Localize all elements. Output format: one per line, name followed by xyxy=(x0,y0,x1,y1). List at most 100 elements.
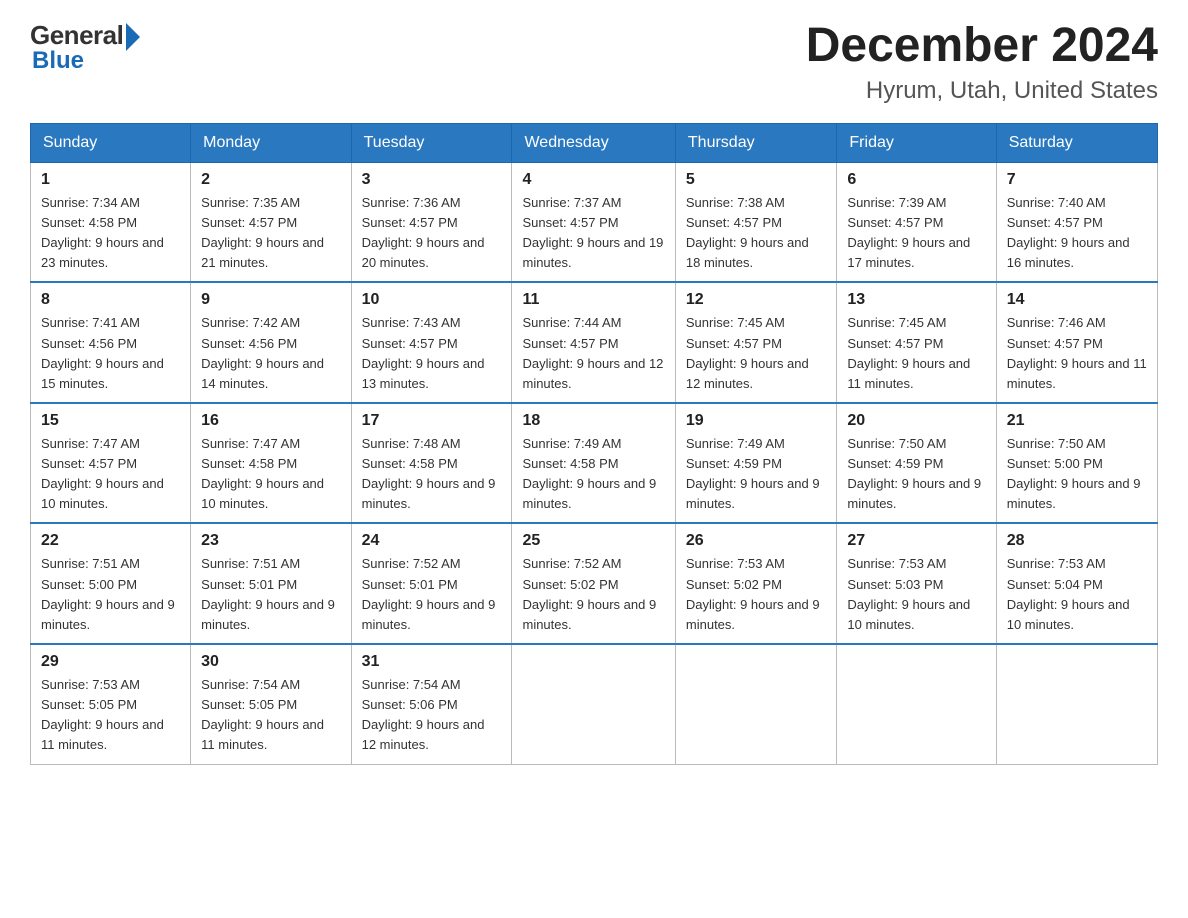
calendar-cell: 24 Sunrise: 7:52 AMSunset: 5:01 PMDayligh… xyxy=(351,523,512,644)
calendar-table: SundayMondayTuesdayWednesdayThursdayFrid… xyxy=(30,123,1158,765)
page-header: General Blue December 2024 Hyrum, Utah, … xyxy=(30,20,1158,105)
day-number: 1 xyxy=(41,171,180,189)
calendar-cell: 13 Sunrise: 7:45 AMSunset: 4:57 PMDayligh… xyxy=(837,282,996,403)
day-info: Sunrise: 7:36 AMSunset: 4:57 PMDaylight:… xyxy=(362,193,502,274)
day-number: 19 xyxy=(686,412,827,430)
calendar-cell: 27 Sunrise: 7:53 AMSunset: 5:03 PMDayligh… xyxy=(837,523,996,644)
day-info: Sunrise: 7:50 AMSunset: 5:00 PMDaylight:… xyxy=(1007,434,1147,515)
calendar-cell: 14Sunrise: 7:46 AMSunset: 4:57 PMDayligh… xyxy=(996,282,1157,403)
calendar-cell: 30Sunrise: 7:54 AMSunset: 5:05 PMDayligh… xyxy=(191,644,351,764)
day-number: 18 xyxy=(522,412,664,430)
calendar-cell: 31 Sunrise: 7:54 AMSunset: 5:06 PMDayligh… xyxy=(351,644,512,764)
column-header-sunday: Sunday xyxy=(31,123,191,162)
day-info: Sunrise: 7:42 AMSunset: 4:56 PMDaylight:… xyxy=(201,313,340,394)
day-info: Sunrise: 7:49 AMSunset: 4:58 PMDaylight:… xyxy=(522,434,664,515)
day-number: 10 xyxy=(362,291,502,309)
calendar-cell: 12Sunrise: 7:45 AMSunset: 4:57 PMDayligh… xyxy=(675,282,837,403)
calendar-cell: 10 Sunrise: 7:43 AMSunset: 4:57 PMDayligh… xyxy=(351,282,512,403)
calendar-cell: 19 Sunrise: 7:49 AMSunset: 4:59 PMDayligh… xyxy=(675,403,837,524)
day-info: Sunrise: 7:47 AMSunset: 4:58 PMDaylight:… xyxy=(201,434,340,515)
calendar-cell: 5Sunrise: 7:38 AMSunset: 4:57 PMDaylight… xyxy=(675,162,837,282)
day-number: 22 xyxy=(41,532,180,550)
calendar-cell: 20 Sunrise: 7:50 AMSunset: 4:59 PMDayligh… xyxy=(837,403,996,524)
day-number: 31 xyxy=(362,653,502,671)
day-number: 11 xyxy=(522,291,664,309)
calendar-cell: 1 Sunrise: 7:34 AMSunset: 4:58 PMDaylight… xyxy=(31,162,191,282)
calendar-week-row: 15 Sunrise: 7:47 AMSunset: 4:57 PMDayligh… xyxy=(31,403,1158,524)
day-info: Sunrise: 7:44 AMSunset: 4:57 PMDaylight:… xyxy=(522,313,664,394)
day-number: 4 xyxy=(522,171,664,189)
column-header-friday: Friday xyxy=(837,123,996,162)
day-number: 9 xyxy=(201,291,340,309)
calendar-week-row: 1 Sunrise: 7:34 AMSunset: 4:58 PMDaylight… xyxy=(31,162,1158,282)
column-header-monday: Monday xyxy=(191,123,351,162)
day-info: Sunrise: 7:51 AMSunset: 5:01 PMDaylight:… xyxy=(201,554,340,635)
logo-bottom-text: Blue xyxy=(32,47,84,75)
day-info: Sunrise: 7:41 AMSunset: 4:56 PMDaylight:… xyxy=(41,313,180,394)
day-number: 20 xyxy=(847,412,985,430)
day-number: 25 xyxy=(522,532,664,550)
calendar-cell: 9 Sunrise: 7:42 AMSunset: 4:56 PMDaylight… xyxy=(191,282,351,403)
calendar-header-row: SundayMondayTuesdayWednesdayThursdayFrid… xyxy=(31,123,1158,162)
day-number: 29 xyxy=(41,653,180,671)
calendar-cell xyxy=(512,644,675,764)
day-info: Sunrise: 7:52 AMSunset: 5:01 PMDaylight:… xyxy=(362,554,502,635)
logo-arrow-icon xyxy=(126,23,140,51)
day-info: Sunrise: 7:45 AMSunset: 4:57 PMDaylight:… xyxy=(847,313,985,394)
calendar-cell xyxy=(996,644,1157,764)
day-number: 2 xyxy=(201,171,340,189)
day-number: 26 xyxy=(686,532,827,550)
column-header-saturday: Saturday xyxy=(996,123,1157,162)
day-number: 23 xyxy=(201,532,340,550)
day-info: Sunrise: 7:38 AMSunset: 4:57 PMDaylight:… xyxy=(686,193,827,274)
day-info: Sunrise: 7:48 AMSunset: 4:58 PMDaylight:… xyxy=(362,434,502,515)
column-header-thursday: Thursday xyxy=(675,123,837,162)
calendar-cell xyxy=(837,644,996,764)
month-title: December 2024 xyxy=(806,20,1158,73)
day-number: 6 xyxy=(847,171,985,189)
day-info: Sunrise: 7:54 AMSunset: 5:06 PMDaylight:… xyxy=(362,675,502,756)
day-number: 8 xyxy=(41,291,180,309)
logo: General Blue xyxy=(30,20,144,75)
calendar-cell: 17 Sunrise: 7:48 AMSunset: 4:58 PMDayligh… xyxy=(351,403,512,524)
column-header-wednesday: Wednesday xyxy=(512,123,675,162)
day-number: 15 xyxy=(41,412,180,430)
location-title: Hyrum, Utah, United States xyxy=(806,77,1158,105)
calendar-week-row: 8 Sunrise: 7:41 AMSunset: 4:56 PMDaylight… xyxy=(31,282,1158,403)
day-info: Sunrise: 7:49 AMSunset: 4:59 PMDaylight:… xyxy=(686,434,827,515)
day-number: 14 xyxy=(1007,291,1147,309)
day-info: Sunrise: 7:50 AMSunset: 4:59 PMDaylight:… xyxy=(847,434,985,515)
day-info: Sunrise: 7:34 AMSunset: 4:58 PMDaylight:… xyxy=(41,193,180,274)
day-number: 13 xyxy=(847,291,985,309)
calendar-cell: 18 Sunrise: 7:49 AMSunset: 4:58 PMDayligh… xyxy=(512,403,675,524)
day-number: 17 xyxy=(362,412,502,430)
calendar-week-row: 29 Sunrise: 7:53 AMSunset: 5:05 PMDayligh… xyxy=(31,644,1158,764)
calendar-cell xyxy=(675,644,837,764)
day-info: Sunrise: 7:47 AMSunset: 4:57 PMDaylight:… xyxy=(41,434,180,515)
calendar-cell: 7Sunrise: 7:40 AMSunset: 4:57 PMDaylight… xyxy=(996,162,1157,282)
day-info: Sunrise: 7:53 AMSunset: 5:05 PMDaylight:… xyxy=(41,675,180,756)
day-info: Sunrise: 7:43 AMSunset: 4:57 PMDaylight:… xyxy=(362,313,502,394)
calendar-cell: 22 Sunrise: 7:51 AMSunset: 5:00 PMDayligh… xyxy=(31,523,191,644)
title-block: December 2024 Hyrum, Utah, United States xyxy=(806,20,1158,105)
day-number: 27 xyxy=(847,532,985,550)
calendar-cell: 8 Sunrise: 7:41 AMSunset: 4:56 PMDaylight… xyxy=(31,282,191,403)
day-info: Sunrise: 7:37 AMSunset: 4:57 PMDaylight:… xyxy=(522,193,664,274)
calendar-cell: 2 Sunrise: 7:35 AMSunset: 4:57 PMDaylight… xyxy=(191,162,351,282)
calendar-cell: 4 Sunrise: 7:37 AMSunset: 4:57 PMDaylight… xyxy=(512,162,675,282)
calendar-cell: 16 Sunrise: 7:47 AMSunset: 4:58 PMDayligh… xyxy=(191,403,351,524)
calendar-cell: 11 Sunrise: 7:44 AMSunset: 4:57 PMDayligh… xyxy=(512,282,675,403)
day-number: 16 xyxy=(201,412,340,430)
day-info: Sunrise: 7:39 AMSunset: 4:57 PMDaylight:… xyxy=(847,193,985,274)
day-number: 7 xyxy=(1007,171,1147,189)
day-info: Sunrise: 7:35 AMSunset: 4:57 PMDaylight:… xyxy=(201,193,340,274)
calendar-week-row: 22 Sunrise: 7:51 AMSunset: 5:00 PMDayligh… xyxy=(31,523,1158,644)
day-info: Sunrise: 7:51 AMSunset: 5:00 PMDaylight:… xyxy=(41,554,180,635)
calendar-cell: 3 Sunrise: 7:36 AMSunset: 4:57 PMDaylight… xyxy=(351,162,512,282)
day-info: Sunrise: 7:45 AMSunset: 4:57 PMDaylight:… xyxy=(686,313,827,394)
calendar-cell: 21Sunrise: 7:50 AMSunset: 5:00 PMDayligh… xyxy=(996,403,1157,524)
day-number: 3 xyxy=(362,171,502,189)
day-info: Sunrise: 7:53 AMSunset: 5:03 PMDaylight:… xyxy=(847,554,985,635)
day-number: 24 xyxy=(362,532,502,550)
day-info: Sunrise: 7:54 AMSunset: 5:05 PMDaylight:… xyxy=(201,675,340,756)
